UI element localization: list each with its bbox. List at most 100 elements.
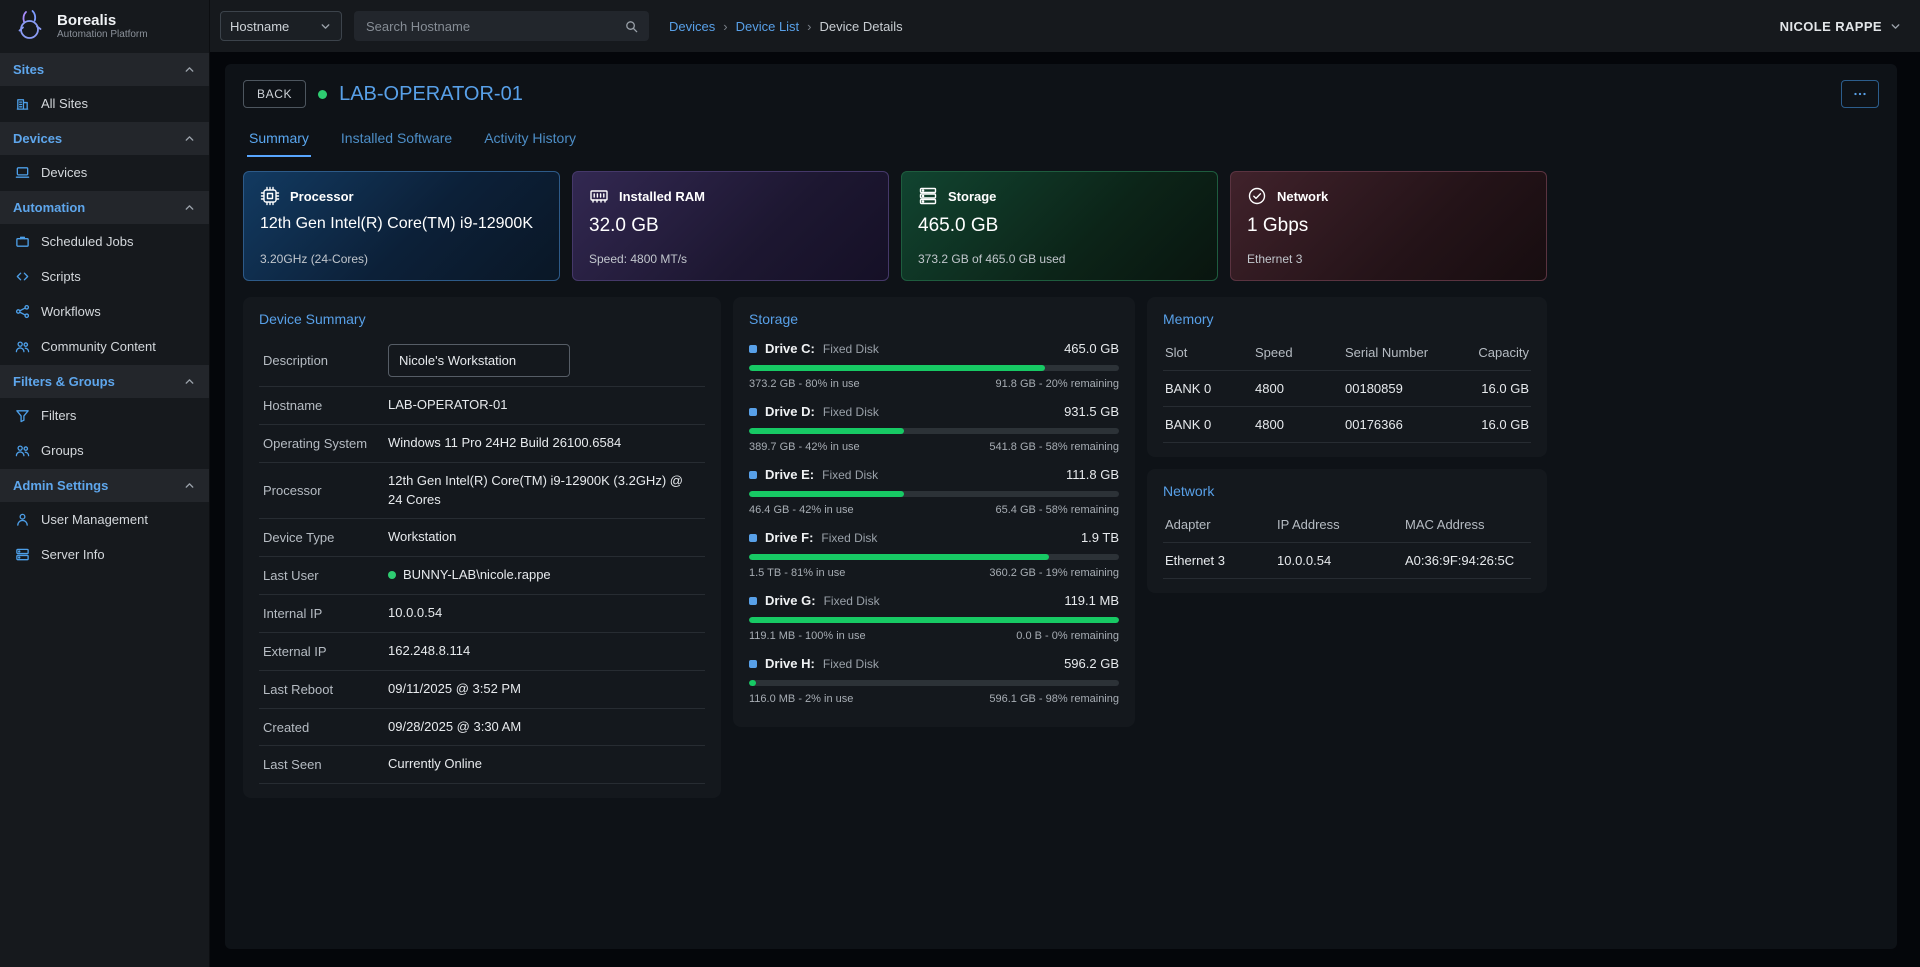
chevron-up-icon	[183, 479, 196, 492]
tab-activity-history[interactable]: Activity History	[482, 124, 578, 157]
drive-bullet-icon	[749, 345, 757, 353]
summary-row-description: Description	[259, 335, 705, 387]
drive-used: 373.2 GB - 80% in use	[749, 378, 860, 390]
share-nodes-icon	[15, 304, 30, 319]
tab-summary[interactable]: Summary	[247, 124, 311, 157]
laptop-icon	[15, 165, 30, 180]
drive-remaining: 0.0 B - 0% remaining	[1016, 630, 1119, 642]
drive-usage-bar	[749, 554, 1119, 560]
funnel-icon	[15, 408, 30, 423]
search-icon[interactable]	[624, 19, 639, 34]
server-stack-icon	[15, 547, 30, 562]
stat-card-value: 1 Gbps	[1247, 215, 1530, 237]
summary-row-last-reboot: Last Reboot 09/11/2025 @ 3:52 PM	[259, 671, 705, 709]
stat-card-value: 465.0 GB	[918, 215, 1201, 237]
memory-row: BANK 0 4800 00176366 16.0 GB	[1163, 407, 1531, 443]
stat-card-label: Processor	[290, 189, 354, 204]
user-menu[interactable]: NICOLE RAPPE	[1780, 19, 1902, 34]
back-button[interactable]: BACK	[243, 80, 306, 108]
more-menu-button[interactable]	[1841, 80, 1879, 108]
ellipsis-icon	[1851, 85, 1869, 103]
sidebar-section-admin-settings[interactable]: Admin Settings	[0, 469, 209, 502]
building-icon	[15, 96, 30, 111]
memory-chip-icon	[589, 186, 609, 206]
stat-card-label: Installed RAM	[619, 189, 705, 204]
sidebar-item-workflows[interactable]: Workflows	[0, 294, 209, 329]
summary-row-device-type: Device Type Workstation	[259, 519, 705, 557]
stat-card-footer: Speed: 4800 MT/s	[589, 252, 872, 266]
drive-usage-bar	[749, 491, 1119, 497]
sidebar-item-scripts[interactable]: Scripts	[0, 259, 209, 294]
sidebar-item-server-info[interactable]: Server Info	[0, 537, 209, 572]
chevron-down-icon	[319, 20, 332, 33]
section-label: Sites	[13, 62, 44, 77]
summary-row-internal-ip: Internal IP 10.0.0.54	[259, 595, 705, 633]
sidebar-section-devices[interactable]: Devices	[0, 122, 209, 155]
online-status-dot	[318, 90, 327, 99]
nav-item-label: User Management	[41, 512, 148, 527]
sidebar-item-scheduled-jobs[interactable]: Scheduled Jobs	[0, 224, 209, 259]
sidebar-item-groups[interactable]: Groups	[0, 433, 209, 468]
drive-row-h: Drive H: Fixed Disk 596.2 GB 116.0 MB - …	[749, 650, 1119, 713]
sidebar-item-devices[interactable]: Devices	[0, 155, 209, 190]
nav-item-label: Devices	[41, 165, 87, 180]
nav-item-label: Server Info	[41, 547, 105, 562]
sidebar-item-all-sites[interactable]: All Sites	[0, 86, 209, 121]
tab-installed-software[interactable]: Installed Software	[339, 124, 454, 157]
summary-row-last-user: Last User BUNNY-LAB\nicole.rappe	[259, 557, 705, 595]
chevron-up-icon	[183, 132, 196, 145]
sidebar: Borealis Automation Platform Sites All S…	[0, 0, 210, 967]
drive-row-e: Drive E: Fixed Disk 111.8 GB 46.4 GB - 4…	[749, 461, 1119, 524]
breadcrumb-device-list[interactable]: Device List	[736, 19, 800, 34]
people-group-icon	[15, 443, 30, 458]
sidebar-item-filters[interactable]: Filters	[0, 398, 209, 433]
breadcrumb-separator: ›	[723, 19, 727, 34]
sidebar-section-sites[interactable]: Sites	[0, 53, 209, 86]
drive-used: 1.5 TB - 81% in use	[749, 567, 845, 579]
app-root: Borealis Automation Platform Sites All S…	[0, 0, 1920, 967]
main-area: Hostname Devices › Device List › Device …	[210, 0, 1920, 967]
device-header: BACK LAB-OPERATOR-01	[243, 80, 1879, 108]
chevron-up-icon	[183, 63, 196, 76]
drive-remaining: 541.8 GB - 58% remaining	[989, 441, 1119, 453]
sidebar-section-automation[interactable]: Automation	[0, 191, 209, 224]
stack-icon	[918, 186, 938, 206]
stat-cards-row: Processor 12th Gen Intel(R) Core(TM) i9-…	[243, 171, 1879, 281]
sidebar-section-filters-groups[interactable]: Filters & Groups	[0, 365, 209, 398]
chevron-up-icon	[183, 201, 196, 214]
stat-card-value: 32.0 GB	[589, 215, 872, 237]
stat-card-ram: Installed RAM 32.0 GB Speed: 4800 MT/s	[572, 171, 889, 281]
hostname-filter-select[interactable]: Hostname	[220, 11, 342, 41]
sidebar-item-user-management[interactable]: User Management	[0, 502, 209, 537]
drive-row-c: Drive C: Fixed Disk 465.0 GB 373.2 GB - …	[749, 335, 1119, 398]
nav-item-label: Community Content	[41, 339, 156, 354]
summary-row-last-seen: Last Seen Currently Online	[259, 746, 705, 784]
stat-card-label: Storage	[948, 189, 996, 204]
panel-title: Memory	[1163, 311, 1531, 327]
search-input[interactable]	[364, 18, 624, 35]
chevron-up-icon	[183, 375, 196, 388]
nav-item-label: Workflows	[41, 304, 101, 319]
breadcrumb-separator: ›	[807, 19, 811, 34]
tab-bar: Summary Installed Software Activity Hist…	[243, 124, 1879, 157]
drive-bullet-icon	[749, 597, 757, 605]
drive-remaining: 91.8 GB - 20% remaining	[995, 378, 1119, 390]
people-icon	[15, 339, 30, 354]
drive-used: 119.1 MB - 100% in use	[749, 630, 866, 642]
sidebar-item-community-content[interactable]: Community Content	[0, 329, 209, 364]
briefcase-icon	[15, 234, 30, 249]
user-icon	[15, 512, 30, 527]
breadcrumb-devices[interactable]: Devices	[669, 19, 715, 34]
panel-title: Device Summary	[259, 311, 705, 327]
device-details-panel: BACK LAB-OPERATOR-01 Summary Installed S…	[225, 64, 1897, 949]
detail-columns: Device Summary Description Hostname LAB-…	[243, 297, 1879, 798]
description-input[interactable]	[388, 344, 570, 377]
stat-card-footer: Ethernet 3	[1247, 252, 1530, 266]
drive-usage-bar	[749, 617, 1119, 623]
stat-card-storage: Storage 465.0 GB 373.2 GB of 465.0 GB us…	[901, 171, 1218, 281]
hostname-filter-value: Hostname	[230, 19, 289, 34]
nav-item-label: Scripts	[41, 269, 81, 284]
stat-card-value: 12th Gen Intel(R) Core(TM) i9-12900K	[260, 215, 543, 233]
app-title: Borealis	[57, 12, 148, 29]
summary-row-os: Operating System Windows 11 Pro 24H2 Bui…	[259, 425, 705, 463]
